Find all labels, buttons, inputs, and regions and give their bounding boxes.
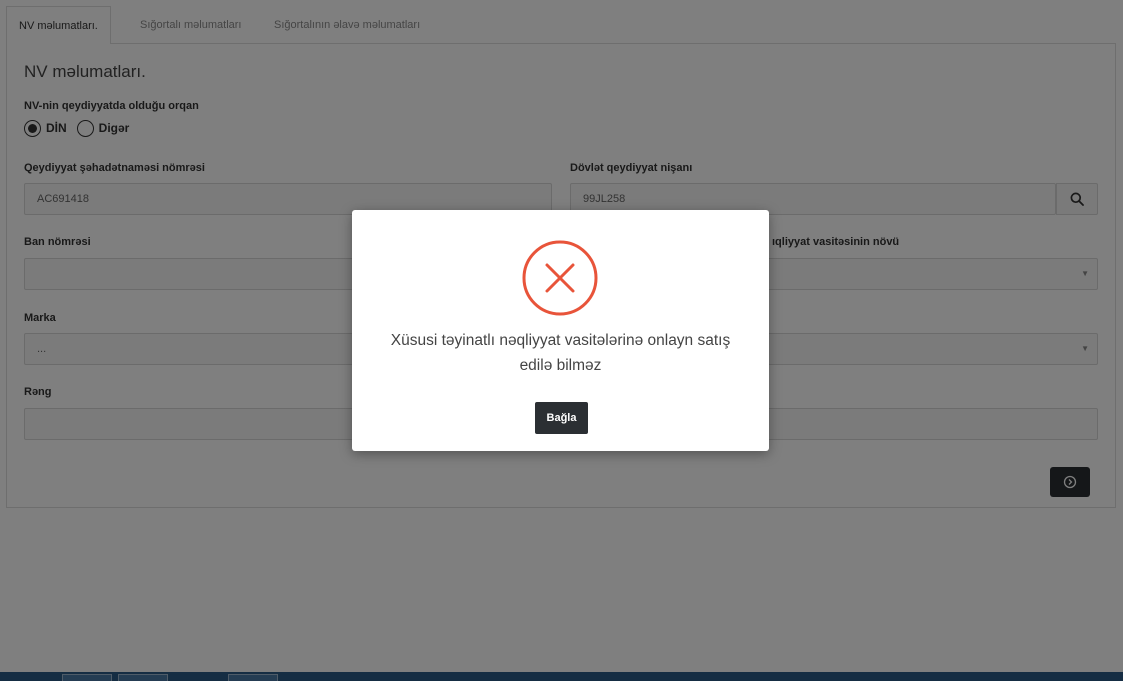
close-button[interactable]: Bağla — [535, 402, 588, 434]
error-x-circle-icon — [522, 240, 598, 316]
error-dialog: Xüsusi təyinatlı nəqliyyat vasitələrinə … — [352, 210, 769, 451]
error-message: Xüsusi təyinatlı nəqliyyat vasitələrinə … — [390, 332, 731, 374]
